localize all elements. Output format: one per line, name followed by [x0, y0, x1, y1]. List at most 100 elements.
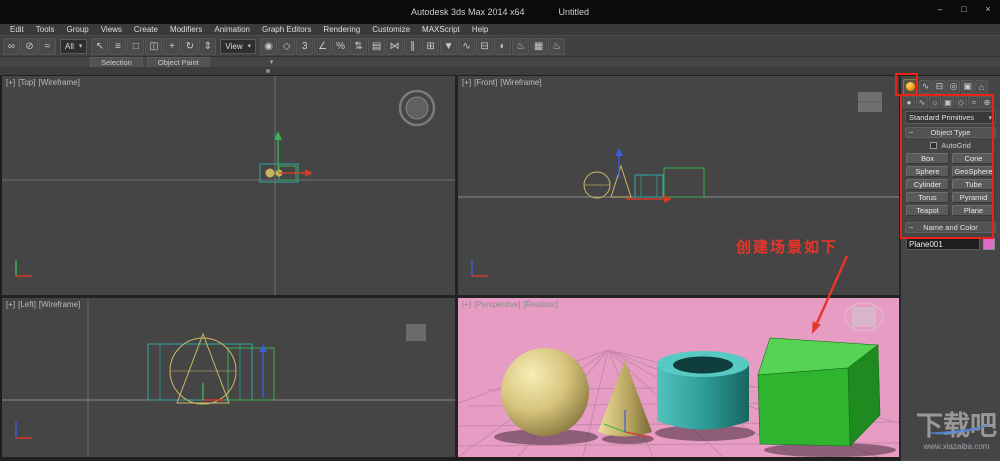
maximize-button[interactable]: □	[958, 4, 970, 14]
viewport-name-label[interactable]: [Top]	[18, 78, 35, 87]
view-cube-icon[interactable]	[858, 92, 882, 112]
viewport-perspective[interactable]: [+] [Perspective] [Realistic]	[458, 298, 899, 457]
ribbon-handle[interactable]	[0, 67, 1000, 75]
viewport-shading-label[interactable]: [Wireframe]	[38, 78, 79, 87]
object-type-button-box[interactable]: Box	[906, 153, 949, 164]
percent-snap-icon[interactable]: %	[332, 37, 350, 55]
ribbon-tab-object-paint[interactable]: Object Paint	[146, 57, 210, 67]
tube-object[interactable]	[634, 174, 664, 198]
utilities-tab-icon[interactable]: ⌂	[975, 79, 988, 94]
viewport-name-label[interactable]: [Left]	[18, 300, 36, 309]
angle-snap-icon[interactable]: ∠	[314, 37, 332, 55]
viewport-menu-button[interactable]: [+]	[6, 78, 15, 87]
object-type-button-teapot[interactable]: Teapot	[906, 205, 949, 216]
cone-object[interactable]	[610, 164, 632, 198]
unlink-selection-icon[interactable]: ⊘	[21, 37, 38, 55]
viewport-menu-button[interactable]: [+]	[462, 300, 471, 309]
tube-object[interactable]	[657, 351, 749, 430]
space-warps-category-icon[interactable]: ≈	[968, 96, 980, 108]
align-icon[interactable]: ∥	[404, 37, 422, 55]
viewport-top[interactable]: [+] [Top] [Wireframe]	[2, 76, 455, 295]
menu-rendering[interactable]: Rendering	[317, 24, 366, 35]
object-type-button-pyramid[interactable]: Pyramid	[952, 192, 995, 203]
helpers-category-icon[interactable]: ◇	[955, 96, 967, 108]
select-object-icon[interactable]: ↖	[91, 37, 109, 55]
object-type-button-cylinder[interactable]: Cylinder	[906, 179, 949, 190]
window-crossing-icon[interactable]: ◫	[145, 37, 163, 55]
viewport-navigation-wheel-icon[interactable]	[398, 89, 436, 127]
menu-group[interactable]: Group	[60, 24, 94, 35]
lights-category-icon[interactable]: ☼	[929, 96, 941, 108]
viewport-name-label[interactable]: [Front]	[474, 78, 497, 87]
menu-tools[interactable]: Tools	[30, 24, 61, 35]
bind-to-space-warp-icon[interactable]: ≈	[39, 37, 56, 55]
transform-gizmo[interactable]	[202, 344, 267, 401]
edit-named-selection-icon[interactable]: ▤	[368, 37, 386, 55]
select-and-link-icon[interactable]: ∞	[3, 37, 20, 55]
graphite-toolbar-icon[interactable]: ▼	[440, 37, 458, 55]
object-name-input[interactable]	[906, 238, 980, 250]
shapes-category-icon[interactable]: ∿	[916, 96, 928, 108]
menu-edit[interactable]: Edit	[4, 24, 30, 35]
select-by-name-icon[interactable]: ≡	[109, 37, 127, 55]
minimize-button[interactable]: –	[934, 4, 946, 14]
menu-modifiers[interactable]: Modifiers	[164, 24, 208, 35]
object-type-button-sphere[interactable]: Sphere	[906, 166, 949, 177]
name-color-rollout[interactable]: − Name and Color	[905, 222, 996, 233]
ribbon-collapse-button[interactable]: ▾	[270, 58, 274, 66]
object-type-button-geosphere[interactable]: GeoSphere	[952, 166, 995, 177]
viewport-shading-label[interactable]: [Realistic]	[523, 300, 558, 309]
viewport-front[interactable]: [+] [Front] [Wireframe]	[458, 76, 899, 295]
select-manipulate-icon[interactable]: ◇	[278, 37, 296, 55]
curve-editor-icon[interactable]: ∿	[458, 37, 476, 55]
render-production-icon[interactable]: ♨	[548, 37, 566, 55]
viewport-menu-button[interactable]: [+]	[6, 300, 15, 309]
object-color-swatch[interactable]	[983, 238, 995, 250]
viewport-shading-label[interactable]: [Wireframe]	[500, 78, 541, 87]
box-object[interactable]	[227, 347, 275, 401]
coordinate-system-dropdown[interactable]: View ▾	[220, 38, 257, 54]
menu-animation[interactable]: Animation	[208, 24, 256, 35]
menu-graph-editors[interactable]: Graph Editors	[256, 24, 317, 35]
rectangular-selection-icon[interactable]: □	[127, 37, 145, 55]
object-type-button-plane[interactable]: Plane	[952, 205, 995, 216]
select-rotate-icon[interactable]: ↻	[181, 37, 199, 55]
sphere-object[interactable]	[583, 171, 611, 199]
autogrid-checkbox[interactable]	[930, 141, 938, 149]
object-type-button-torus[interactable]: Torus	[906, 192, 949, 203]
object-type-rollout[interactable]: − Object Type	[905, 127, 996, 138]
mirror-icon[interactable]: ⋈	[386, 37, 404, 55]
material-editor-icon[interactable]: ◐	[494, 37, 512, 55]
select-move-icon[interactable]: +	[163, 37, 181, 55]
selection-filter-dropdown[interactable]: All ▾	[60, 38, 88, 54]
hierarchy-tab-icon[interactable]: ⊟	[933, 79, 946, 94]
viewport-menu-button[interactable]: [+]	[462, 78, 471, 87]
viewport-name-label[interactable]: [Perspective]	[474, 300, 520, 309]
create-tab-icon[interactable]	[903, 78, 918, 95]
snaps-toggle-icon[interactable]: 3	[296, 37, 314, 55]
display-tab-icon[interactable]: ▣	[961, 79, 974, 94]
menu-create[interactable]: Create	[128, 24, 164, 35]
ribbon-tab-selection[interactable]: Selection	[90, 57, 143, 67]
viewport-shading-label[interactable]: [Wireframe]	[39, 300, 80, 309]
object-type-button-cone[interactable]: Cone	[952, 153, 995, 164]
primitives-dropdown[interactable]: Standard Primitives ▾	[905, 111, 996, 124]
rendered-frame-window-icon[interactable]: ▦	[530, 37, 548, 55]
box-object[interactable]	[663, 167, 705, 198]
modify-tab-icon[interactable]: ∿	[919, 79, 932, 94]
box-object[interactable]	[757, 337, 881, 447]
viewport-left[interactable]: [+] [Left] [Wireframe]	[2, 298, 455, 457]
spinner-snap-icon[interactable]: ⇅	[350, 37, 368, 55]
object-type-button-tube[interactable]: Tube	[952, 179, 995, 190]
menu-customize[interactable]: Customize	[366, 24, 416, 35]
menu-maxscript[interactable]: MAXScript	[416, 24, 466, 35]
cameras-category-icon[interactable]: ▣	[942, 96, 954, 108]
view-cube-icon[interactable]	[406, 324, 426, 341]
close-button[interactable]: ×	[982, 4, 994, 14]
menu-views[interactable]: Views	[95, 24, 128, 35]
systems-category-icon[interactable]: ⊕	[981, 96, 993, 108]
render-setup-icon[interactable]: ♨	[512, 37, 530, 55]
motion-tab-icon[interactable]: ◎	[947, 79, 960, 94]
use-pivot-center-icon[interactable]: ◉	[260, 37, 278, 55]
schematic-view-icon[interactable]: ⊟	[476, 37, 494, 55]
